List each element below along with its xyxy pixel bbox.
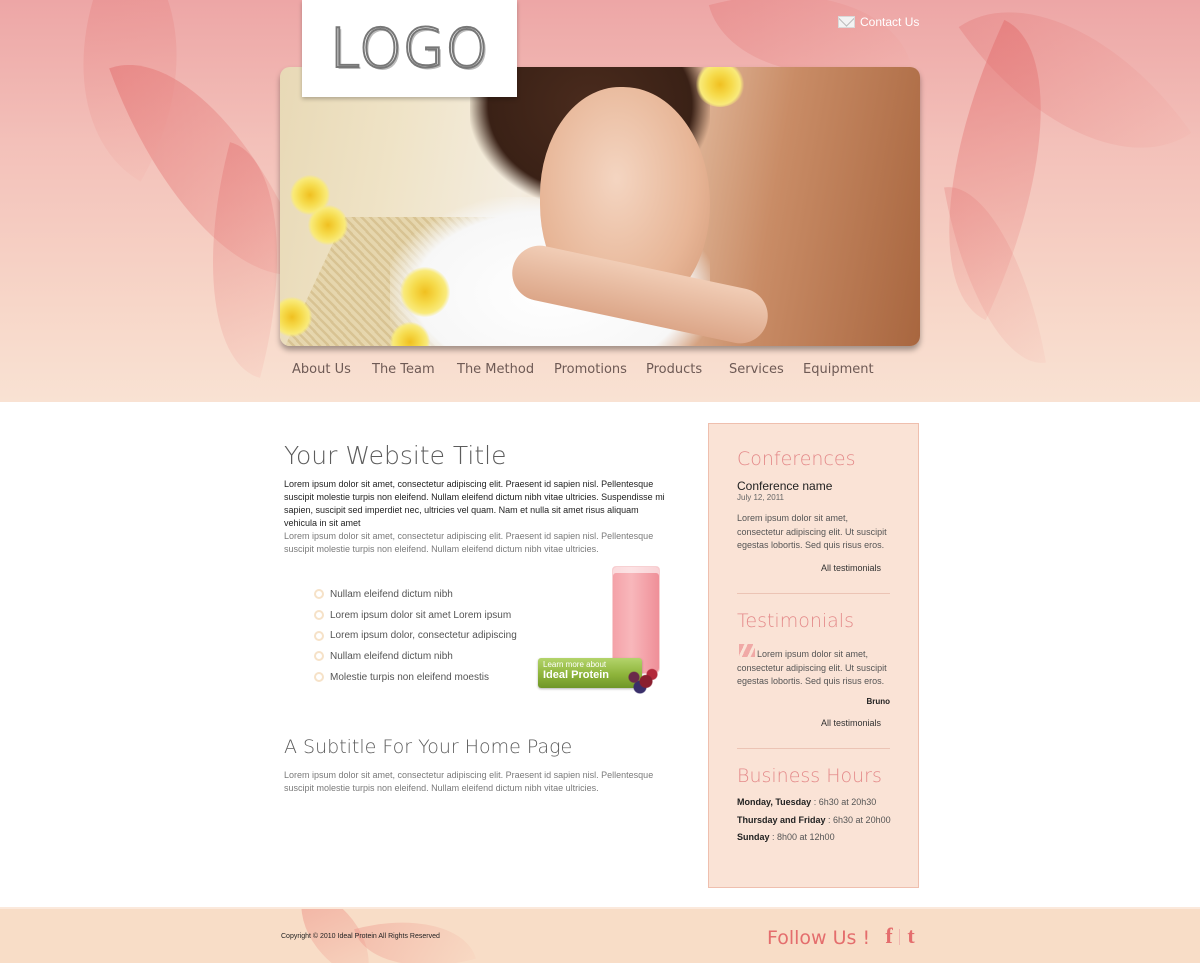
hours-row: Monday, Tuesday : 6h30 at 20h30 bbox=[737, 797, 891, 815]
testimonial-text: Lorem ipsum dolor sit amet, consectetur … bbox=[737, 649, 887, 686]
conferences-all-link[interactable]: All testimonials bbox=[821, 563, 881, 573]
page-title: Your Website Title bbox=[284, 441, 507, 470]
flower-icon bbox=[400, 267, 450, 317]
conference-date: July 12, 2011 bbox=[737, 493, 784, 502]
flower-icon bbox=[695, 67, 745, 107]
twitter-icon[interactable]: t bbox=[904, 925, 918, 947]
sidebar: Conferences Conference name July 12, 201… bbox=[708, 423, 919, 888]
list-item-text: Lorem ipsum dolor sit amet Lorem ipsum bbox=[330, 609, 512, 621]
hours-time: : 6h30 at 20h00 bbox=[825, 814, 891, 825]
hours-days: Thursday and Friday bbox=[737, 814, 826, 825]
body-paragraph: Lorem ipsum dolor sit amet, consectetur … bbox=[284, 531, 654, 554]
feature-list: Nullam eleifend dictum nibh Lorem ipsum … bbox=[314, 584, 517, 687]
divider bbox=[737, 593, 890, 594]
nav-about-us[interactable]: About Us bbox=[292, 362, 351, 377]
bullet-circle-icon bbox=[314, 589, 324, 600]
hours-time: : 8h00 at 12h00 bbox=[769, 832, 835, 842]
list-item-text: Nullam eleifend dictum nibh bbox=[330, 650, 453, 662]
conferences-heading: Conferences bbox=[737, 448, 856, 470]
bullet-circle-icon bbox=[314, 610, 324, 621]
conference-name[interactable]: Conference name bbox=[737, 479, 832, 493]
hours-days: Monday, Tuesday bbox=[737, 797, 812, 807]
list-item-text: Lorem ipsum dolor, consectetur adipiscin… bbox=[330, 630, 517, 642]
testimonial-author: Bruno bbox=[866, 697, 890, 706]
subtitle: A Subtitle For Your Home Page bbox=[284, 736, 573, 758]
nav-the-method[interactable]: The Method bbox=[457, 362, 534, 377]
bullet-circle-icon bbox=[314, 651, 324, 662]
business-hours-list: Monday, Tuesday : 6h30 at 20h30 Thursday… bbox=[737, 797, 891, 850]
list-item: Lorem ipsum dolor sit amet Lorem ipsum bbox=[314, 605, 517, 626]
list-item: Nullam eleifend dictum nibh bbox=[314, 646, 517, 667]
list-item: Lorem ipsum dolor, consectetur adipiscin… bbox=[314, 625, 517, 646]
testimonials-heading: Testimonials bbox=[737, 610, 854, 632]
testimonials-all-link[interactable]: All testimonials bbox=[821, 718, 881, 728]
copyright: Copyright © 2010 Ideal Protein All Right… bbox=[281, 933, 440, 940]
follow-us-label: Follow Us ! bbox=[767, 927, 871, 949]
list-item: Nullam eleifend dictum nibh bbox=[314, 584, 517, 605]
divider bbox=[737, 748, 890, 749]
conference-text: Lorem ipsum dolor sit amet, consectetur … bbox=[737, 513, 887, 550]
logo[interactable]: LOGO bbox=[302, 0, 517, 97]
main-nav: About Us The Team The Method Promotions … bbox=[280, 362, 920, 388]
footer: Copyright © 2010 Ideal Protein All Right… bbox=[0, 907, 1200, 963]
mail-icon bbox=[838, 16, 855, 28]
list-item: Molestie turpis non eleifend moestis bbox=[314, 667, 517, 688]
facebook-icon[interactable]: f bbox=[882, 925, 896, 947]
logo-text: LOGO bbox=[329, 16, 489, 81]
subtitle-paragraph: Lorem ipsum dolor sit amet, consectetur … bbox=[284, 770, 654, 793]
contact-label: Contact Us bbox=[860, 15, 920, 29]
nav-equipment[interactable]: Equipment bbox=[803, 362, 874, 377]
business-hours-heading: Business Hours bbox=[737, 765, 882, 787]
hours-days: Sunday bbox=[737, 832, 770, 842]
divider bbox=[899, 929, 900, 945]
flower-icon bbox=[308, 205, 348, 245]
hours-time: : 6h30 at 20h30 bbox=[811, 797, 877, 807]
hero-image bbox=[280, 67, 920, 346]
list-item-text: Molestie turpis non eleifend moestis bbox=[330, 671, 489, 683]
list-item-text: Nullam eleifend dictum nibh bbox=[330, 588, 453, 600]
nav-the-team[interactable]: The Team bbox=[372, 362, 435, 377]
nav-products[interactable]: Products bbox=[646, 362, 702, 377]
bullet-circle-icon bbox=[314, 630, 324, 641]
berries-image bbox=[622, 666, 662, 694]
hours-row: Sunday : 8h00 at 12h00 bbox=[737, 832, 891, 850]
intro-paragraph: Lorem ipsum dolor sit amet, consectetur … bbox=[284, 479, 665, 528]
main-content: Your Website Title Lorem ipsum dolor sit… bbox=[0, 402, 1200, 907]
nav-services[interactable]: Services bbox=[729, 362, 784, 377]
nav-promotions[interactable]: Promotions bbox=[554, 362, 627, 377]
bullet-circle-icon bbox=[314, 672, 324, 683]
contact-link[interactable]: Contact Us bbox=[838, 13, 919, 31]
header: LOGO Contact Us About Us The Team The Me… bbox=[0, 0, 1200, 402]
hours-row: Thursday and Friday : 6h30 at 20h00 bbox=[737, 815, 891, 833]
